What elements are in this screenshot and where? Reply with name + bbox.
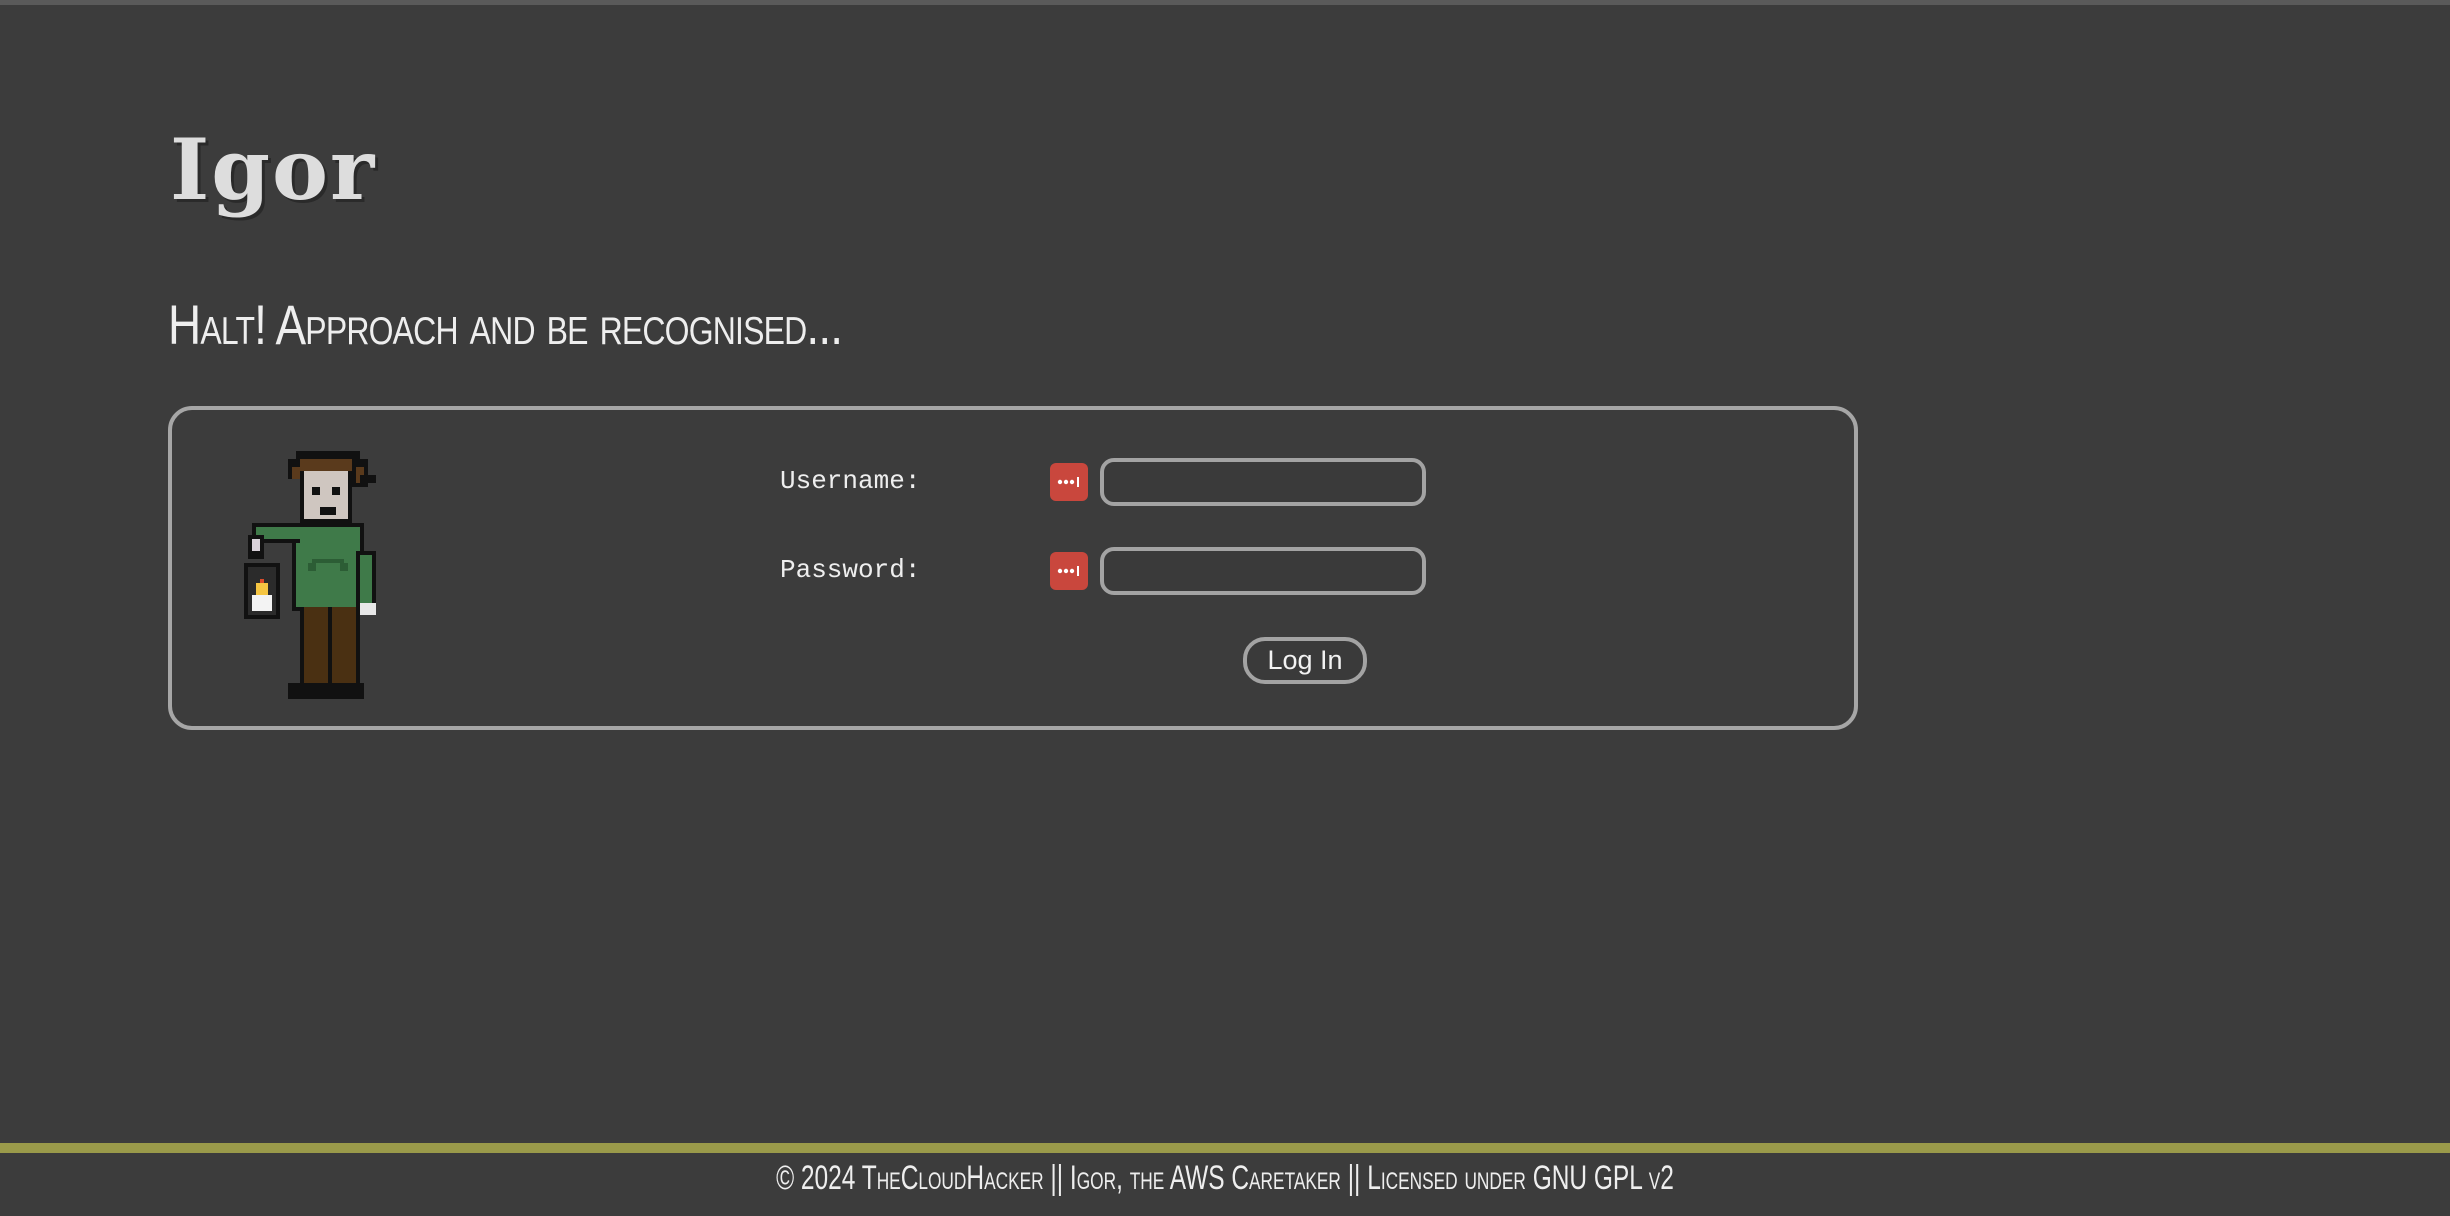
dots-icon [1057, 566, 1079, 576]
username-label: Username: [780, 466, 921, 496]
footer-copyright: © 2024 TheCloudHacker || Igor, the AWS C… [776, 1159, 1674, 1197]
password-manager-icon[interactable] [1050, 463, 1088, 501]
page-subtitle: Halt! Approach and be recognised... [168, 293, 843, 356]
app-title: Igor [170, 120, 377, 219]
username-input[interactable] [1100, 458, 1426, 506]
igor-character-illustration [244, 451, 376, 699]
login-button[interactable]: Log In [1243, 637, 1367, 684]
password-input[interactable] [1100, 547, 1426, 595]
password-label: Password: [780, 555, 921, 585]
dots-icon [1057, 477, 1079, 487]
password-manager-icon[interactable] [1050, 552, 1088, 590]
top-divider [0, 0, 2450, 5]
footer-divider [0, 1143, 2450, 1153]
